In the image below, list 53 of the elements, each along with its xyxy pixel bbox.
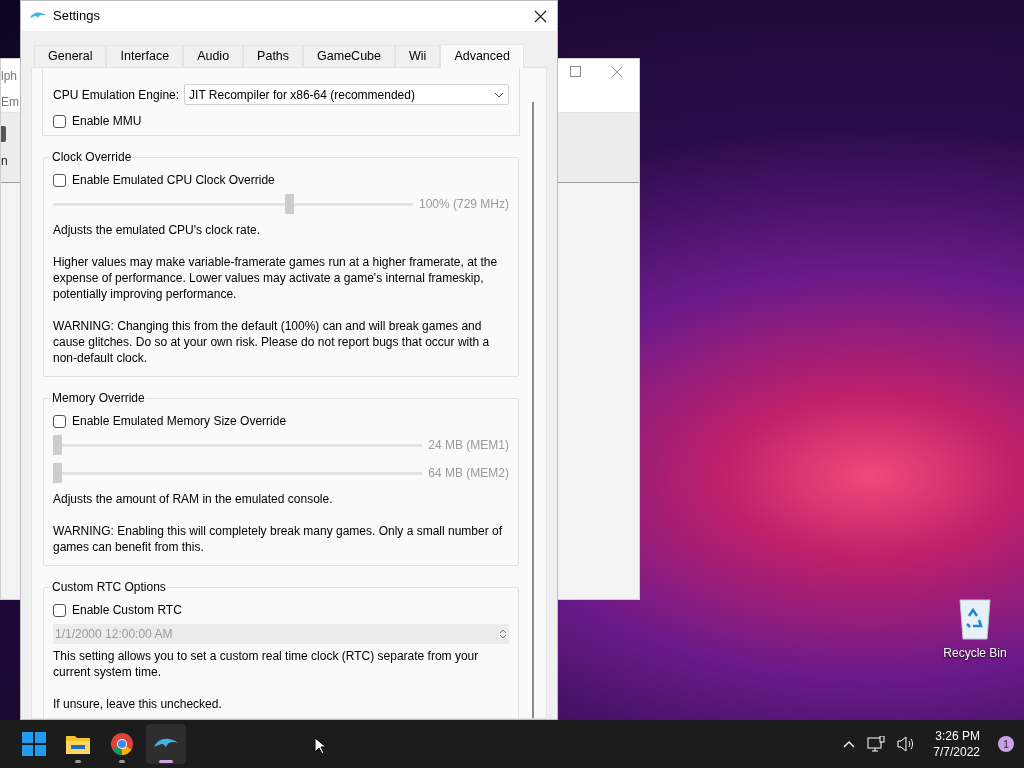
recycle-bin-icon[interactable] [957,596,993,640]
taskbar-button[interactable] [146,724,186,764]
checkbox[interactable]: Enable Custom RTC [53,600,509,620]
clock[interactable]: 3:26 PM 7/7/2022 [927,728,986,760]
network-icon[interactable] [867,736,886,752]
window-title: Settings [53,7,101,26]
description-text: If unsure, leave this unchecked. [53,696,223,712]
spin-arrows-icon [499,628,507,640]
field-label: CPU Emulation Engine: [53,86,180,104]
tab[interactable]: Interface [106,45,184,67]
chevron-down-icon [494,91,504,98]
dropdown[interactable]: JIT Recompiler for x86-64 (recommended) [184,84,509,105]
time-text: 3:26 PM [935,728,980,744]
description-text: Higher values may make variable-framerate games run at a higher framerate, at the expense of performance. Lower values may activate a game's internal frameskip, potentially improving performance. [53,254,499,302]
group-title: Memory Override [51,390,146,407]
slider-reading: 24 MB (MEM1) [428,437,509,454]
checkbox[interactable]: Enable Emulated Memory Size Override [53,411,509,431]
window-title: lph [1,68,17,85]
mouse-pointer-icon [314,737,326,755]
slider[interactable] [53,194,413,214]
group-title: Clock Override [51,149,133,166]
menu-item[interactable]: Em [1,93,19,111]
description-text: This setting allows you to set a custom real time clock (RTC) separate from your current system time. [53,648,480,680]
tab[interactable]: Wii [395,45,441,67]
close-icon[interactable] [534,9,547,23]
notification-badge[interactable]: 1 [998,736,1014,752]
scrollbar[interactable] [532,102,534,718]
tab[interactable]: Advanced [440,44,524,68]
group-title: Custom RTC Options [51,579,167,596]
description-text: Adjusts the emulated CPU's clock rate. [53,222,262,238]
tab[interactable]: Paths [243,45,304,67]
description-text: WARNING: Enabling this will completely break many games. Only a small number of games can benefit from this. [53,523,504,555]
recycle-bin-label[interactable]: Recycle Bin [943,644,1007,662]
toolbar-label: n [1,153,8,170]
folder-icon [65,733,91,755]
speaker-icon[interactable] [897,736,916,752]
tab[interactable]: GameCube [303,45,395,67]
tab[interactable]: General [34,45,107,67]
slider[interactable] [53,435,423,455]
checkbox[interactable]: Enable MMU [53,111,509,131]
toolbar-button[interactable] [1,126,6,142]
maximize-icon[interactable] [570,66,581,77]
slider-reading: 100% (729 MHz) [418,196,509,213]
checkbox[interactable]: Enable Emulated CPU Clock Override [53,170,509,190]
description-text: WARNING: Changing this from the default (100%) can and will break games and cause glitches. Do so at your own risk. Please do not report bugs that occur with a non-default clock. [53,318,491,366]
slider-reading: 64 MB (MEM2) [428,465,509,482]
browser-icon [110,732,134,756]
slider[interactable] [53,463,423,483]
chevron-up-icon[interactable] [843,740,856,748]
description-text: Adjusts the amount of RAM in the emulated console. [53,491,334,507]
windows-logo-icon [22,732,46,756]
date-text: 7/7/2022 [933,744,980,760]
tab[interactable]: Audio [183,45,244,67]
